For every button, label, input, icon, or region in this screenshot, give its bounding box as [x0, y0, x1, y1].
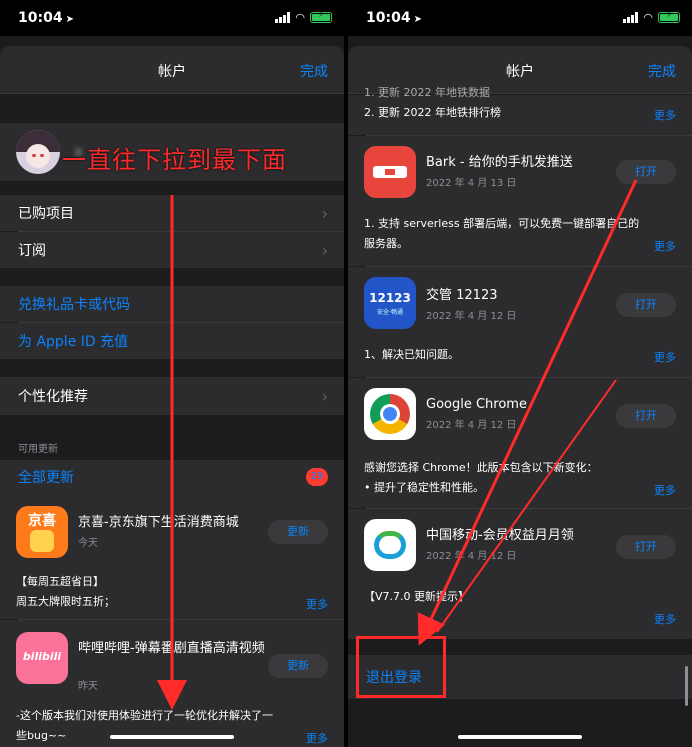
open-button[interactable]: 打开 — [616, 160, 676, 184]
app-date: 2022 年 4 月 12 日 — [426, 551, 517, 562]
navbar: 帐户 完成 — [0, 46, 344, 94]
release-note: • 提升了稳定性和性能。 — [364, 481, 484, 494]
open-button[interactable]: 打开 — [616, 293, 676, 317]
app-name: 中国移动-会员权益月月领 — [426, 528, 574, 543]
chevron-right-icon: › — [321, 203, 328, 223]
app-item-metro: 1. 更新 2022 年地铁数据 2. 更新 2022 年地铁排行榜 更多 — [348, 86, 692, 135]
battery-icon: ⚡ — [310, 10, 332, 23]
nav-title: 帐户 — [506, 64, 534, 80]
bilibili-app-icon: bilibili — [16, 632, 68, 684]
release-note: -这个版本我们对使用体验进行了一轮优化并解决了一 — [16, 709, 273, 722]
release-note: 服务器。 — [364, 237, 408, 250]
jiaoguan-app-icon: 12123 安全·畅通 — [364, 277, 416, 329]
chrome-app-icon — [364, 388, 416, 440]
purchased-label: 已购项目 — [18, 206, 74, 222]
topup-link[interactable]: 为 Apple ID 充值 — [18, 331, 128, 351]
app-date: 2022 年 4 月 13 日 — [426, 178, 517, 189]
more-link[interactable]: 更多 — [654, 238, 676, 254]
app-item-jingxi: 京喜 京喜-京东旗下生活消费商城 今天 更新 【每周五超省日】 周五大牌限时五折… — [0, 494, 344, 619]
more-link[interactable]: 更多 — [654, 107, 676, 123]
status-time: 10:04 ➤ — [366, 10, 422, 26]
release-note: 感谢您选择 Chrome！此版本包含以下新变化： — [364, 461, 598, 474]
topup-row[interactable]: 为 Apple ID 充值 — [0, 323, 344, 359]
right-screenshot: 10:04 ➤ ◠ ⚡ 帐户 完成 1. 更新 2022 年地铁数据 2. 更新 … — [348, 0, 692, 747]
updates-header: 可用更新 — [18, 444, 58, 455]
release-note: 周五大牌限时五折； — [16, 595, 115, 608]
app-date: 2022 年 4 月 12 日 — [426, 311, 517, 322]
scrollbar[interactable] — [685, 666, 688, 706]
home-indicator — [458, 735, 582, 739]
personalized-row[interactable]: 个性化推荐 › — [0, 377, 344, 415]
release-note: 【V7.7.0 更新提示】 — [364, 590, 470, 603]
wifi-icon: ◠ — [295, 11, 305, 24]
open-button[interactable]: 打开 — [616, 404, 676, 428]
home-indicator — [110, 735, 234, 739]
bark-app-icon — [364, 146, 416, 198]
location-icon: ➤ — [65, 14, 74, 25]
subscriptions-label: 订阅 — [18, 243, 46, 259]
signal-icon — [275, 12, 291, 23]
redeem-link[interactable]: 兑换礼品卡或代码 — [18, 294, 130, 314]
app-item-bark: Bark - 给你的手机发推送 2022 年 4 月 13 日 打开 1. 支持… — [348, 136, 692, 266]
more-link[interactable]: 更多 — [306, 730, 328, 746]
status-bar: 10:04 ➤ ◠ ⚡ — [0, 0, 344, 36]
release-note: 1、解决已知问题。 — [364, 348, 459, 361]
status-bar: 10:04 ➤ ◠ ⚡ — [348, 0, 692, 36]
app-item-chinamobile: 中国移动-会员权益月月领 2022 年 4 月 12 日 打开 【V7.7.0 … — [348, 509, 692, 639]
chevron-right-icon: › — [321, 240, 328, 260]
app-name: 哔哩哔哩-弹幕番剧直播高清视频 — [78, 641, 265, 656]
release-note: 1. 更新 2022 年地铁数据 — [364, 86, 490, 99]
app-name: 京喜-京东旗下生活消费商城 — [78, 515, 239, 530]
app-item-12123: 12123 安全·畅通 交管 12123 2022 年 4 月 12 日 打开 … — [348, 267, 692, 377]
release-note: 【每周五超省日】 — [16, 575, 104, 588]
more-link[interactable]: 更多 — [654, 611, 676, 627]
app-date: 2022 年 4 月 12 日 — [426, 420, 517, 431]
app-date: 昨天 — [78, 681, 98, 692]
jingxi-app-icon: 京喜 — [16, 506, 68, 558]
wifi-icon: ◠ — [643, 11, 653, 24]
chinamobile-app-icon — [364, 519, 416, 571]
updates-count-badge: 29 — [306, 468, 328, 486]
app-date: 今天 — [78, 538, 98, 549]
redeem-row[interactable]: 兑换礼品卡或代码 — [0, 286, 344, 322]
personalized-label: 个性化推荐 — [18, 389, 88, 405]
done-button[interactable]: 完成 — [648, 61, 676, 81]
subscriptions-row[interactable]: 订阅 › — [0, 232, 344, 268]
open-button[interactable]: 打开 — [616, 535, 676, 559]
left-screenshot: 10:04 ➤ ◠ ⚡ 帐户 完成 a 已购项目 › 订阅 › 兑换礼品卡或代码… — [0, 0, 344, 747]
update-all-row[interactable]: 全部更新 29 — [0, 460, 344, 494]
signal-icon — [623, 12, 639, 23]
more-link[interactable]: 更多 — [654, 349, 676, 365]
update-button[interactable]: 更新 — [268, 520, 328, 544]
app-name: Bark - 给你的手机发推送 — [426, 155, 573, 170]
release-note: 2. 更新 2022 年地铁排行榜 — [364, 106, 501, 119]
logout-highlight-box — [356, 636, 446, 698]
more-link[interactable]: 更多 — [654, 482, 676, 498]
update-button[interactable]: 更新 — [268, 654, 328, 678]
more-link[interactable]: 更多 — [306, 596, 328, 612]
status-time: 10:04 ➤ — [18, 10, 74, 26]
location-icon: ➤ — [413, 14, 422, 25]
app-item-bilibili: bilibili 哔哩哔哩-弹幕番剧直播高清视频 昨天 更新 -这个版本我们对使… — [0, 620, 344, 747]
chevron-right-icon: › — [321, 386, 328, 406]
done-button[interactable]: 完成 — [300, 61, 328, 81]
avatar — [16, 130, 60, 174]
annotation-text: 一直往下拉到最下面 — [62, 146, 287, 174]
app-item-chrome: Google Chrome 2022 年 4 月 12 日 打开 感谢您选择 C… — [348, 378, 692, 508]
battery-icon: ⚡ — [658, 10, 680, 23]
app-name: 交管 12123 — [426, 288, 498, 303]
nav-title: 帐户 — [158, 64, 186, 80]
update-all-link[interactable]: 全部更新 — [18, 467, 74, 487]
purchased-row[interactable]: 已购项目 › — [0, 195, 344, 231]
app-name: Google Chrome — [426, 397, 527, 412]
release-note: 1. 支持 serverless 部署后端，可以免费一键部署自己的 — [364, 217, 640, 230]
